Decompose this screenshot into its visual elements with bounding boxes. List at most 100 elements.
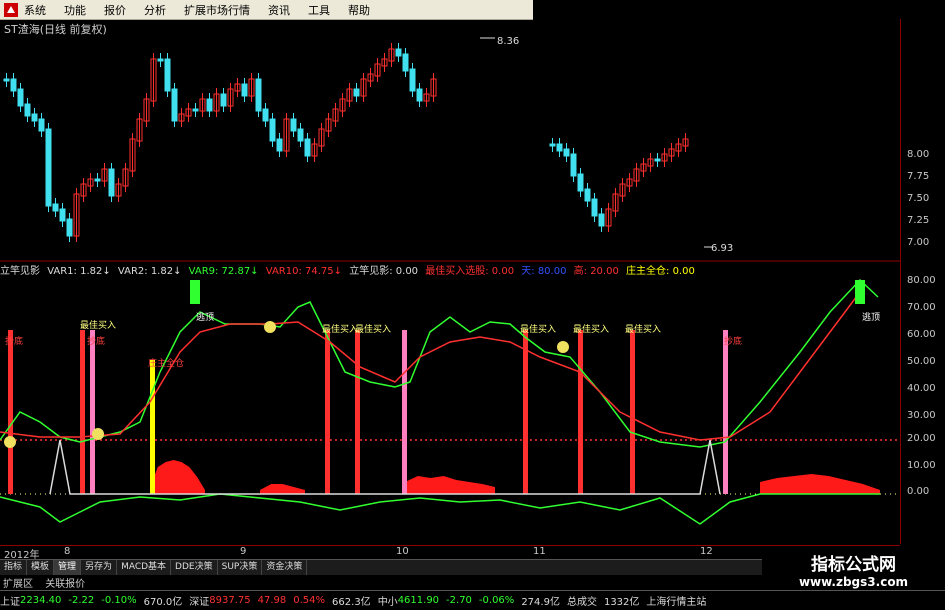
osc-tick: 80.00 <box>907 275 936 286</box>
menu-tools[interactable]: 工具 <box>308 2 330 18</box>
candle-body <box>66 218 73 237</box>
candle-body <box>353 88 360 97</box>
top-signal-box <box>190 280 200 304</box>
price-tick: 7.25 <box>907 215 930 226</box>
candle-body <box>52 203 59 212</box>
candle-body <box>38 118 45 132</box>
signal-label: 最佳买入 <box>80 319 116 331</box>
tab-macd[interactable]: MACD基本 <box>117 560 172 575</box>
signal-label: 抄底 <box>87 335 105 347</box>
candle-body <box>262 108 269 122</box>
server-name[interactable]: 上海行情主站 <box>646 593 706 608</box>
tab-template[interactable]: 模板 <box>27 560 55 575</box>
candle-body <box>276 138 283 152</box>
signal-label: 庄主全仓 <box>148 357 184 369</box>
signal-label: 最佳买入 <box>573 323 609 335</box>
date-tick: 10 <box>396 546 409 557</box>
candle-body <box>654 158 661 162</box>
candlestick-chart[interactable]: 8.36 6.93 <box>0 19 900 262</box>
candle-body <box>409 68 416 92</box>
candle-body <box>108 168 115 197</box>
signal-bar <box>80 330 85 494</box>
menu-quote[interactable]: 报价 <box>104 2 126 18</box>
candle-body <box>304 138 311 157</box>
signal-bar <box>150 360 155 494</box>
candle-body <box>241 83 248 97</box>
price-axis: 8.00 7.75 7.50 7.25 7.00 80.00 70.00 60.… <box>900 19 945 544</box>
index-pct: 0.54% <box>293 595 326 606</box>
date-tick: 8 <box>64 546 71 557</box>
signal-bar <box>723 330 728 494</box>
menu-function[interactable]: 功能 <box>64 2 86 18</box>
index-change: -2.22 <box>68 595 95 606</box>
total-volume-value: 1332亿 <box>603 597 640 608</box>
menu-system[interactable]: 系统 <box>24 2 46 18</box>
status-bar: 上证 2234.40 -2.22 -0.10% 670.0亿 深证 8937.7… <box>0 590 945 610</box>
signal-label: 最佳买入 <box>355 323 391 335</box>
candle-body <box>59 208 66 222</box>
var1-line <box>0 493 880 525</box>
candle-body <box>563 148 570 157</box>
smiley-icon <box>4 436 16 448</box>
menu-help[interactable]: 帮助 <box>348 2 370 18</box>
candle-body <box>17 88 24 107</box>
candle-body <box>157 58 164 62</box>
signal-bar <box>523 330 528 494</box>
menu-analysis[interactable]: 分析 <box>144 2 166 18</box>
index-change: -2.70 <box>446 595 472 606</box>
candle-body <box>549 143 556 147</box>
top-signal-box <box>855 280 865 304</box>
smiley-icon <box>92 428 104 440</box>
signal-bar <box>8 330 13 494</box>
watermark-url: www.zbgs3.com <box>798 575 909 589</box>
app-logo-icon <box>4 2 18 17</box>
index-change: 47.98 <box>257 595 287 606</box>
menu-bar: 系统 功能 报价 分析 扩展市场行情 资讯 工具 帮助 <box>0 0 533 20</box>
signal-label: 抄底 <box>724 335 742 347</box>
index-label: 深证 <box>189 597 210 608</box>
signal-label: 最佳买入 <box>322 323 358 335</box>
candle-body <box>591 198 598 217</box>
candle-body <box>290 118 297 132</box>
tab-save-as[interactable]: 另存为 <box>81 560 118 575</box>
candle-body <box>269 118 276 142</box>
candle-body <box>598 213 605 227</box>
price-tick: 8.00 <box>907 149 930 160</box>
oscillator-chart[interactable]: 逃顶最佳买入抄底 抄底庄主全仓最佳买入最佳买入 最佳买入 最佳买入 最佳买入抄底逃顶 <box>0 262 900 545</box>
signal-bar <box>355 330 360 494</box>
tab-fund[interactable]: 资金决策 <box>262 560 308 575</box>
menu-ext-market[interactable]: 扩展市场行情 <box>184 2 250 18</box>
osc-tick: 10.00 <box>907 460 936 471</box>
index-label: 中小 <box>377 597 398 608</box>
menu-info[interactable]: 资讯 <box>268 2 290 18</box>
tab-sup[interactable]: SUP决策 <box>218 560 263 575</box>
candle-body <box>577 173 584 192</box>
watermark-title: 指标公式网 <box>811 555 896 575</box>
osc-tick: 30.00 <box>907 410 936 421</box>
price-tick: 7.00 <box>907 237 930 248</box>
candle-body <box>192 108 199 112</box>
tab-dde[interactable]: DDE决策 <box>171 560 218 575</box>
high-price-label: 8.36 <box>497 36 519 47</box>
signal-label: 抄底 <box>5 335 23 347</box>
candle-body <box>206 98 213 112</box>
index-amount: 670.0亿 <box>143 597 183 608</box>
signal-bar <box>325 330 330 494</box>
date-tick: 9 <box>240 546 247 557</box>
tab-related-quote[interactable]: 关联报价 <box>45 579 85 590</box>
signal-label: 逃顶 <box>196 311 214 323</box>
osc-tick: 70.00 <box>907 302 936 313</box>
total-volume-label: 总成交 <box>566 597 597 608</box>
candle-body <box>3 78 10 82</box>
histogram-area <box>760 474 880 494</box>
histogram-area <box>260 484 305 494</box>
signal-bar <box>402 330 407 494</box>
tab-indicator[interactable]: 指标 <box>0 560 28 575</box>
tab-extension-area[interactable]: 扩展区 <box>3 579 33 590</box>
candle-body <box>94 178 101 182</box>
tab-manage[interactable]: 管理 <box>54 560 82 575</box>
index-label: 上证 <box>0 597 20 608</box>
candle-body <box>297 128 304 142</box>
index-pct: -0.10% <box>101 595 137 606</box>
candle-body <box>10 78 17 92</box>
